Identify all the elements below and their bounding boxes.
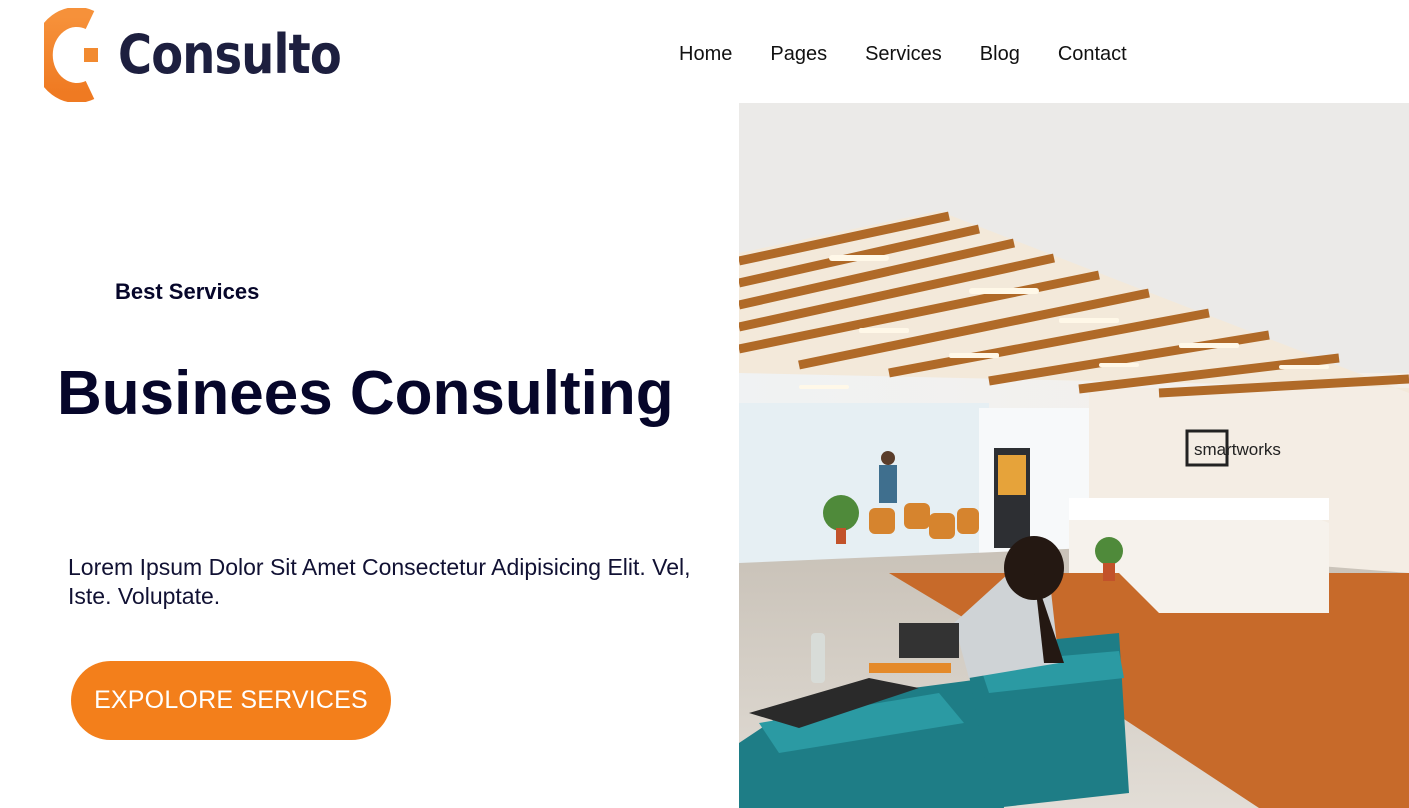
nav-item-pages[interactable]: Pages bbox=[770, 42, 827, 66]
c-ring-logo-icon bbox=[44, 8, 100, 102]
nav-item-home[interactable]: Home bbox=[679, 42, 732, 66]
hero-description: Lorem Ipsum Dolor Sit Amet Consectetur A… bbox=[68, 554, 691, 609]
brand-name: Consulto bbox=[118, 23, 342, 86]
landing-page: Consulto Home Pages Services Blog Contac… bbox=[0, 0, 1409, 808]
hero-image: smartworks bbox=[739, 103, 1409, 808]
nav-item-blog[interactable]: Blog bbox=[980, 42, 1020, 66]
nav-item-contact[interactable]: Contact bbox=[1058, 42, 1127, 66]
explore-services-button[interactable]: EXPOLORE SERVICES bbox=[71, 661, 391, 740]
hero-eyebrow: Best Services bbox=[115, 279, 260, 304]
sign-text: smartworks bbox=[1194, 440, 1281, 459]
main-nav: Home Pages Services Blog Contact bbox=[679, 42, 1165, 66]
brand-logo[interactable]: Consulto bbox=[44, 8, 377, 102]
nav-item-services[interactable]: Services bbox=[865, 42, 942, 66]
office-lobby-image: smartworks bbox=[739, 103, 1409, 808]
hero-title: Businees Consulting bbox=[57, 359, 674, 428]
